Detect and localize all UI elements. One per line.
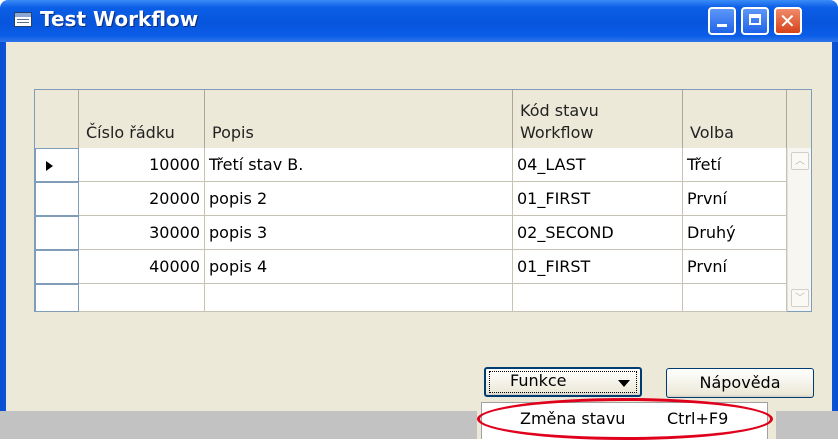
current-row-pointer-icon	[46, 161, 53, 171]
background-strip	[0, 411, 477, 439]
cell-option[interactable]	[683, 284, 787, 312]
column-header-description-label: Popis	[212, 123, 254, 142]
window-title: Test Workflow	[40, 7, 199, 31]
column-header-option[interactable]: Volba	[683, 90, 787, 148]
cell-state-code[interactable]: 01_FIRST	[513, 250, 683, 284]
background-strip	[776, 411, 838, 439]
minimize-button[interactable]	[708, 7, 736, 35]
cell-description[interactable]: Třetí stav B.	[205, 148, 513, 182]
scroll-down-button[interactable]: ﹀	[791, 289, 809, 307]
column-header-line-no[interactable]: Číslo řádku	[79, 90, 205, 148]
table-row[interactable]: 40000 popis 4 01_FIRST První	[35, 250, 787, 284]
row-selector[interactable]	[35, 182, 79, 216]
grid-header: Číslo řádku Popis Kód stavu Workflow Vol…	[35, 90, 811, 148]
cell-option[interactable]: Druhý	[683, 216, 787, 250]
cell-line-no[interactable]: 20000	[79, 182, 205, 216]
chevron-up-icon: ︿	[795, 156, 805, 167]
maximize-icon	[749, 14, 761, 25]
close-icon: ✕	[779, 9, 796, 33]
table-row[interactable]: 10000 Třetí stav B. 04_LAST Třetí	[35, 148, 787, 182]
title-bar[interactable]: Test Workflow ✕	[0, 0, 838, 42]
column-header-line-no-label: Číslo řádku	[86, 123, 175, 142]
help-button[interactable]: Nápověda	[666, 368, 814, 398]
minimize-icon	[717, 24, 727, 27]
row-selector[interactable]	[35, 216, 79, 250]
cell-description[interactable]: popis 3	[205, 216, 513, 250]
maximize-button[interactable]	[741, 7, 769, 35]
functions-button[interactable]: Funkce	[484, 367, 642, 397]
cell-description[interactable]: popis 2	[205, 182, 513, 216]
lines-grid[interactable]: Číslo řádku Popis Kód stavu Workflow Vol…	[34, 89, 812, 312]
close-button[interactable]: ✕	[774, 7, 802, 35]
column-header-description[interactable]: Popis	[205, 90, 513, 148]
dropdown-arrow-icon	[618, 380, 630, 387]
header-selector	[35, 90, 79, 148]
form-icon	[14, 12, 32, 27]
table-row[interactable]: 20000 popis 2 01_FIRST První	[35, 182, 787, 216]
cell-option[interactable]: První	[683, 250, 787, 284]
column-header-option-label: Volba	[690, 123, 734, 142]
cell-state-code[interactable]: 02_SECOND	[513, 216, 683, 250]
functions-button-label: Funkce	[510, 371, 567, 390]
cell-line-no[interactable]: 30000	[79, 216, 205, 250]
column-header-state-code-line1: Kód stavu	[520, 101, 599, 120]
cell-option[interactable]: První	[683, 182, 787, 216]
vertical-scrollbar[interactable]: ︿ ﹀	[787, 148, 811, 311]
cell-line-no[interactable]: 40000	[79, 250, 205, 284]
chevron-down-icon: ﹀	[795, 293, 805, 304]
column-header-state-code-line2: Workflow	[520, 123, 594, 142]
row-selector[interactable]	[35, 250, 79, 284]
cell-line-no[interactable]	[79, 284, 205, 312]
table-row-new[interactable]	[35, 284, 787, 312]
row-selector[interactable]	[35, 148, 79, 182]
cell-description[interactable]	[205, 284, 513, 312]
cell-description[interactable]: popis 4	[205, 250, 513, 284]
workflow-window: Test Workflow ✕ Číslo řádku Popis Kód st…	[0, 0, 838, 440]
column-header-state-code[interactable]: Kód stavu Workflow	[513, 90, 683, 148]
scroll-up-button[interactable]: ︿	[791, 152, 809, 170]
cell-option[interactable]: Třetí	[683, 148, 787, 182]
table-row[interactable]: 30000 popis 3 02_SECOND Druhý	[35, 216, 787, 250]
cell-state-code[interactable]: 04_LAST	[513, 148, 683, 182]
cell-line-no[interactable]: 10000	[79, 148, 205, 182]
cell-state-code[interactable]: 01_FIRST	[513, 182, 683, 216]
cell-state-code[interactable]	[513, 284, 683, 312]
highlight-ellipse	[477, 398, 773, 440]
row-selector[interactable]	[35, 284, 79, 312]
